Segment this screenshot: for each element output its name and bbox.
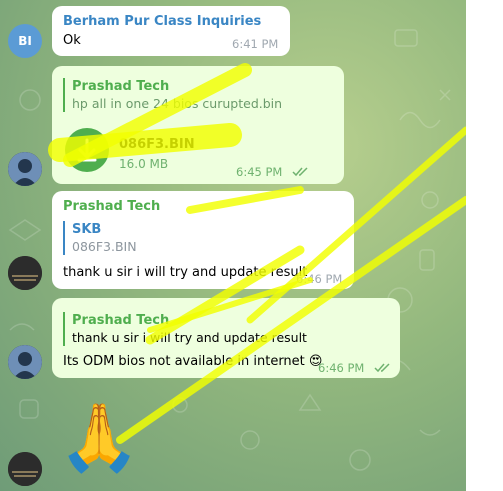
message-text: Ok — [63, 33, 81, 48]
reply-quote[interactable]: Prashad Tech hp all in one 24 bios curup… — [63, 78, 282, 112]
message-time: 6:46 PM — [318, 361, 365, 375]
read-checkmarks-icon — [292, 167, 308, 177]
reply-text: thank u sir i will try and update result — [72, 330, 307, 345]
message-bubble[interactable]: Berham Pur Class Inquiries Ok 6:41 PM — [52, 6, 290, 56]
emoji-message[interactable]: 🙏 — [58, 398, 140, 478]
message-bubble[interactable]: Prashad Tech thank u sir i will try and … — [52, 298, 400, 378]
message-time: 6:46 PM — [296, 272, 343, 286]
avatar-image — [8, 256, 42, 290]
avatar[interactable] — [8, 452, 42, 486]
message-time: 6:45 PM — [236, 165, 283, 179]
avatar[interactable] — [8, 152, 42, 186]
avatar[interactable] — [8, 345, 42, 379]
message-text-body: Its ODM bios not available in internet — [63, 354, 305, 369]
reply-text: 086F3.BIN — [72, 239, 137, 254]
avatar-initials-text: BI — [18, 34, 32, 48]
file-name[interactable]: 086F3.BIN — [119, 137, 195, 152]
file-size: 16.0 MB — [119, 157, 169, 171]
message-bubble[interactable]: Prashad Tech hp all in one 24 bios curup… — [52, 66, 344, 184]
avatar-initials[interactable]: BI — [8, 24, 42, 58]
reply-sender: Prashad Tech — [72, 79, 170, 94]
avatar-image — [8, 152, 42, 186]
read-checkmarks-icon — [374, 363, 390, 373]
avatar-image — [8, 452, 42, 486]
avatar[interactable] — [8, 256, 42, 290]
download-button[interactable] — [65, 128, 109, 172]
download-icon — [77, 138, 97, 162]
message-time: 6:41 PM — [232, 37, 279, 51]
avatar-image — [8, 345, 42, 379]
sender-name[interactable]: Berham Pur Class Inquiries — [63, 14, 261, 29]
message-text: thank u sir i will try and update result — [63, 265, 308, 280]
reply-quote[interactable]: Prashad Tech thank u sir i will try and … — [63, 312, 307, 346]
sender-name[interactable]: Prashad Tech — [63, 199, 160, 214]
chat-background: BI Berham Pur Class Inquiries Ok 6:41 PM… — [0, 0, 466, 491]
message-text: Its ODM bios not available in internet 😍 — [63, 354, 322, 369]
reply-text: hp all in one 24 bios curupted.bin — [72, 96, 283, 111]
message-bubble[interactable]: Prashad Tech SKB 086F3.BIN thank u sir i… — [52, 191, 354, 289]
reply-sender: Prashad Tech — [72, 313, 170, 328]
reply-quote[interactable]: SKB 086F3.BIN — [63, 221, 137, 255]
reply-sender: SKB — [72, 222, 102, 237]
